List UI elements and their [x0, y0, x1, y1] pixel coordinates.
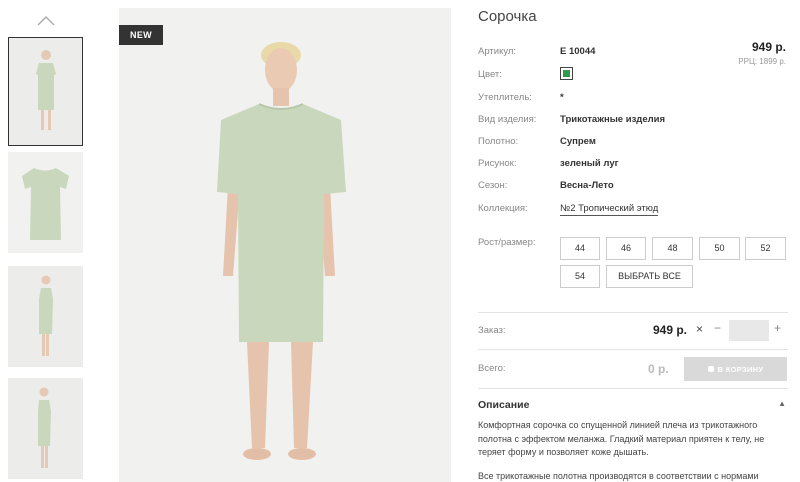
- cart-icon: [707, 366, 714, 372]
- description-text-more: Все трикотажные полотна производятся в с…: [478, 471, 759, 481]
- divider: [478, 388, 788, 389]
- chevron-up-icon[interactable]: [36, 14, 56, 28]
- new-badge: NEW: [119, 25, 163, 45]
- total-label: Всего:: [478, 363, 506, 374]
- add-to-cart-button[interactable]: В КОРЗИНУ: [684, 357, 787, 381]
- size-46-button[interactable]: 46: [606, 237, 646, 260]
- order-price: 949 р.: [653, 323, 688, 337]
- size-44-button[interactable]: 44: [560, 237, 600, 260]
- order-label: Заказ:: [478, 325, 506, 336]
- multiply-sign: ×: [696, 322, 704, 336]
- size-54-button[interactable]: 54: [560, 265, 600, 288]
- select-all-sizes-button[interactable]: ВЫБРАТЬ ВСЕ: [606, 265, 693, 288]
- size-50-button[interactable]: 50: [699, 237, 740, 260]
- product-photo-illustration: [119, 8, 451, 482]
- thumbnail-flat[interactable]: [8, 152, 83, 253]
- thumbnail-front[interactable]: [8, 37, 83, 146]
- main-product-photo[interactable]: NEW: [119, 8, 451, 482]
- size-label: Рост/размер:: [478, 237, 536, 248]
- product-price: 949 р.: [751, 40, 786, 54]
- quantity-input[interactable]: [729, 320, 769, 341]
- qty-decrease-button[interactable]: −: [714, 321, 721, 335]
- description-title[interactable]: Описание: [478, 399, 529, 411]
- size-52-button[interactable]: 52: [745, 237, 786, 260]
- rrc-price: РРЦ: 1899 р.: [738, 57, 786, 66]
- thumbnail-strip: [0, 0, 90, 482]
- total-price: 0 р.: [648, 362, 669, 376]
- divider: [478, 312, 788, 313]
- thumbnail-side[interactable]: [8, 266, 83, 367]
- product-title: Сорочка: [478, 8, 537, 25]
- color-swatch[interactable]: [560, 67, 573, 80]
- description-text: Комфортная сорочка со спущенной линией п…: [478, 420, 765, 457]
- product-info: Сорочка 949 р. РРЦ: 1899 р. Артикул: Е 1…: [478, 0, 788, 482]
- thumbnail-profile[interactable]: [8, 378, 83, 479]
- qty-increase-button[interactable]: +: [774, 321, 781, 335]
- collapse-icon[interactable]: ▲: [778, 399, 786, 408]
- divider: [478, 349, 788, 350]
- size-48-button[interactable]: 48: [652, 237, 693, 260]
- collection-link[interactable]: №2 Тропический этюд: [560, 203, 659, 216]
